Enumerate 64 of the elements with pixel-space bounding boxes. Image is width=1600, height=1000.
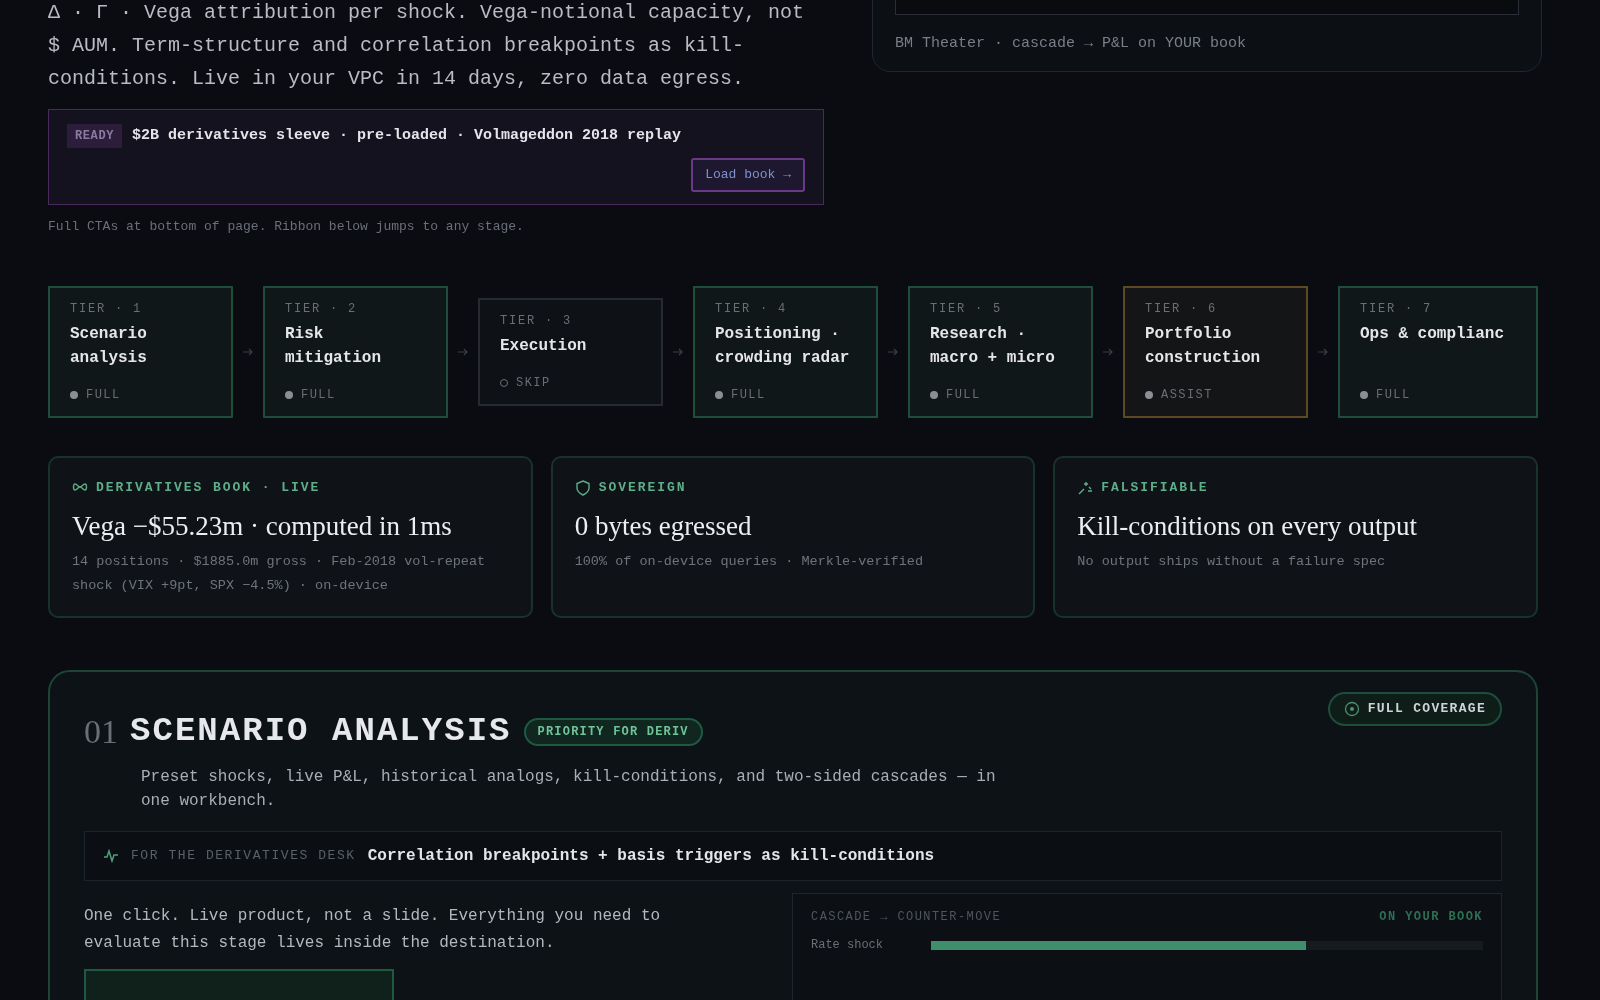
tier-label: TIER · 6	[1145, 301, 1218, 318]
arrow-icon	[1103, 348, 1113, 356]
section-title: SCENARIO ANALYSIS	[130, 711, 512, 752]
tier-title: Execution	[500, 336, 588, 357]
tier-card[interactable]: TIER · 3 Execution SKIP	[478, 298, 663, 406]
tier-status: FULL	[1376, 387, 1411, 404]
theater-caption: BM Theater · cascade → P&L on YOUR book	[895, 34, 1248, 54]
tier-status: ASSIST	[1161, 387, 1213, 404]
arrow-icon	[458, 348, 468, 356]
stat-detail: 14 positions · $1885.0m gross · Feb-2018 vol-repeat shock (VIX +9pt, SPX −4.5%) · on-device	[72, 553, 487, 595]
tier-card[interactable]: TIER · 2 Risk mitigation FULL	[263, 286, 448, 418]
stat-detail: 100% of on-device queries · Merkle-verified	[574, 553, 924, 571]
tier-title: Ops & complianc	[1360, 324, 1506, 345]
sparkle-icon	[1077, 479, 1094, 496]
tier-title: Risk mitigation	[285, 324, 382, 369]
tier-label: TIER · 1	[70, 301, 143, 318]
desk-text: Correlation breakpoints + basis triggers as kill-conditions	[367, 846, 935, 867]
tier-label: TIER · 7	[1360, 301, 1433, 318]
stat-headline: Vega −$55.23m · computed in 1ms	[72, 509, 453, 543]
ready-badge: READY	[67, 124, 122, 148]
tier-card[interactable]: TIER · 5 Research · macro + micro FULL	[908, 286, 1093, 418]
tier-label: TIER · 4	[715, 301, 788, 318]
stat-label: FALSIFIABLE	[1101, 479, 1209, 497]
stat-headline: Kill-conditions on every output	[1077, 509, 1419, 543]
arrow-icon	[1318, 348, 1328, 356]
stat-detail: No output ships without a failure spec	[1077, 553, 1387, 571]
bar-label: Rate shock	[811, 937, 884, 954]
stat-label: SOVEREIGN	[598, 479, 687, 497]
caption-text: Full CTAs at bottom of page. Ribbon below jumps to any stage.	[48, 217, 525, 236]
arrow-icon	[888, 348, 898, 356]
arrow-icon	[673, 348, 683, 356]
section-number: 01	[84, 712, 118, 752]
tier-title: Portfolio construction	[1145, 324, 1262, 369]
tier-label: TIER · 2	[285, 301, 358, 318]
tier-card[interactable]: TIER · 6 Portfolio construction ASSIST	[1123, 286, 1308, 418]
body-text: One click. Live product, not a slide. Everything you need to evaluate this stage lives inside the destination.	[84, 906, 662, 954]
pulse-icon	[103, 849, 119, 863]
tier-title: Research · macro + micro	[930, 324, 1056, 369]
tier-label: TIER · 3	[500, 313, 573, 330]
tier-title: Positioning · crowding radar	[715, 324, 851, 369]
section-description: Preset shocks, live P&L, historical analogs, kill-conditions, and two-sided cascades — in one workbench.	[141, 767, 997, 812]
desk-label: FOR THE DERIVATIVES DESK	[131, 847, 356, 866]
tier-title: Scenario analysis	[70, 324, 148, 369]
tier-status: FULL	[731, 387, 766, 404]
circle-check-icon	[1343, 700, 1360, 717]
panel-title: CASCADE → COUNTER-MOVE	[811, 909, 1002, 926]
tier-card[interactable]: TIER · 7 Ops & complianc FULL	[1338, 286, 1538, 418]
tier-card[interactable]: TIER · 1 Scenario analysis FULL	[48, 286, 233, 418]
tier-label: TIER · 5	[930, 301, 1003, 318]
stat-label: DERIVATIVES BOOK · LIVE	[96, 479, 321, 497]
panel-tag: ON YOUR BOOK	[1379, 908, 1483, 926]
tier-card[interactable]: TIER · 4 Positioning · crowding radar FULL	[693, 286, 878, 418]
load-book-button[interactable]: Load book →	[691, 158, 805, 192]
tier-status: FULL	[946, 387, 981, 404]
intro-text: Δ · Γ · Vega attribution per shock. Vega-notional capacity, not $ AUM. Term-structure and correlation breakpoints as kill-conditions. Live in your VPC in 14 days, zero data egress.	[48, 0, 806, 92]
tier-status: SKIP	[516, 375, 551, 392]
arrow-icon	[243, 348, 253, 356]
tier-status: FULL	[86, 387, 121, 404]
priority-badge: PRIORITY FOR DERIV	[523, 717, 703, 746]
ready-text: $2B derivatives sleeve · pre-loaded · Volmageddon 2018 replay	[132, 125, 682, 146]
coverage-label: FULL COVERAGE	[1367, 700, 1486, 718]
tier-status: FULL	[301, 387, 336, 404]
stat-headline: 0 bytes egressed	[574, 509, 753, 543]
shield-icon	[574, 479, 591, 496]
